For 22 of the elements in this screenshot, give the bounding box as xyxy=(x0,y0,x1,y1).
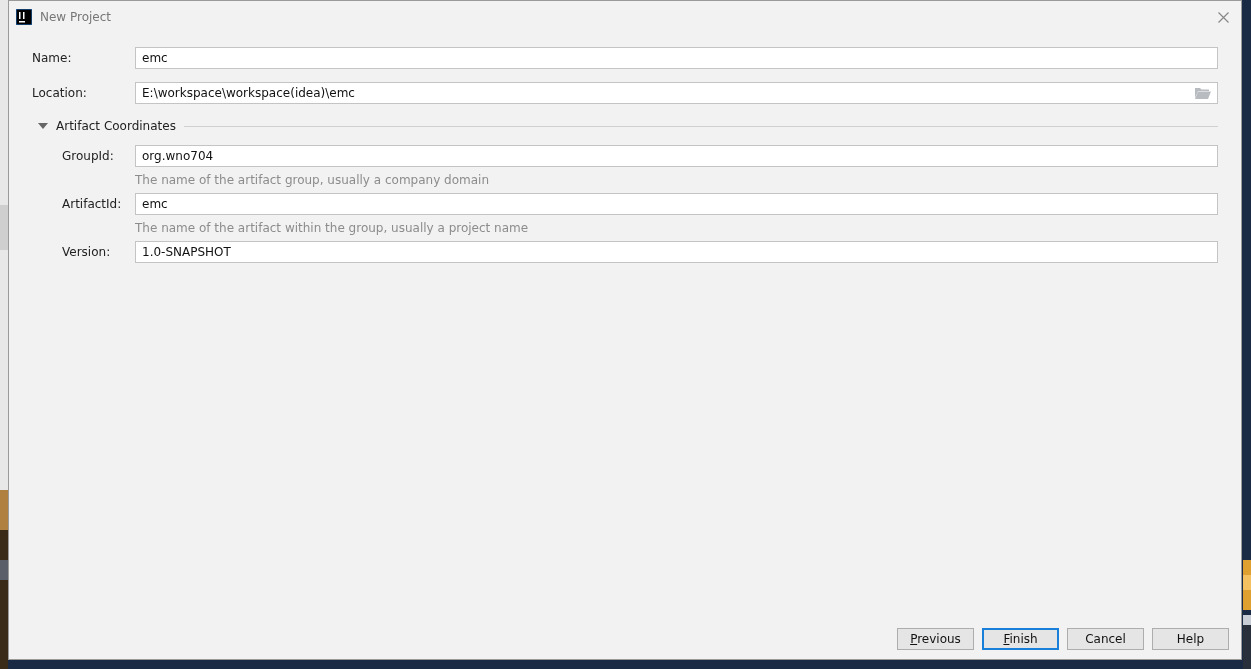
field-label: Name: xyxy=(32,51,73,65)
window-title: New Project xyxy=(40,10,113,24)
folder-icon[interactable] xyxy=(1195,87,1211,99)
section-title: Artifact Coordinates xyxy=(56,119,176,133)
field-label: Location: xyxy=(32,86,88,100)
text-field[interactable]: emc xyxy=(135,193,1218,215)
hint-text: The name of the artifact within the group, usually a project name xyxy=(135,221,530,235)
dialog-button[interactable]: Help xyxy=(1152,628,1229,650)
field-label: ArtifactId: xyxy=(62,197,123,211)
dialog-button[interactable]: Cancel xyxy=(1067,628,1144,650)
text-field[interactable]: 1.0-SNAPSHOT xyxy=(135,241,1218,263)
text-field[interactable]: E:\workspace\workspace(idea)\emc xyxy=(135,82,1218,104)
close-icon[interactable] xyxy=(1218,11,1229,23)
dialog-button[interactable]: Previous xyxy=(897,628,974,650)
collapse-triangle-icon[interactable] xyxy=(38,121,48,131)
app-logo-icon xyxy=(16,9,32,25)
text-field[interactable]: emc xyxy=(135,47,1218,69)
hint-text: The name of the artifact group, usually a company domain xyxy=(135,173,490,187)
field-label: GroupId: xyxy=(62,149,115,163)
text-field[interactable]: org.wno704 xyxy=(135,145,1218,167)
dialog-button[interactable]: Finish xyxy=(982,628,1059,650)
field-label: Version: xyxy=(62,245,112,259)
